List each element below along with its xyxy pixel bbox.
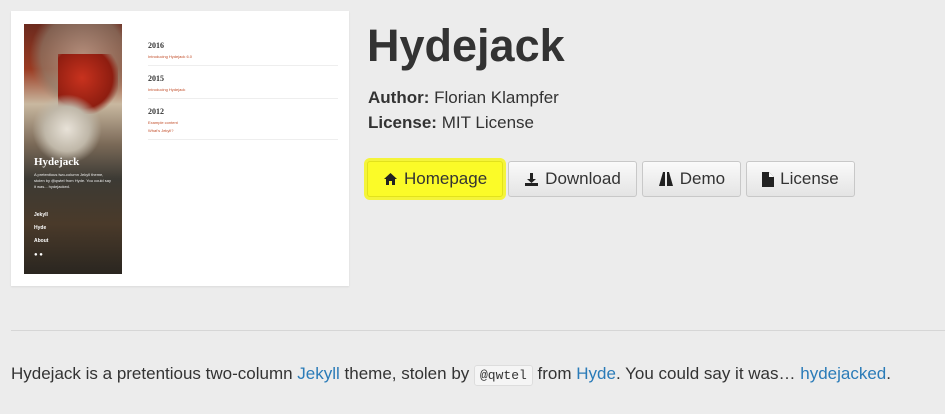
thumbnail-post-link: Introducing Hydejack — [148, 87, 186, 92]
thumbnail-year: 2016 — [148, 41, 164, 50]
theme-description: Hydejack is a pretentious two-column Jek… — [11, 364, 891, 386]
hydejacked-link[interactable]: hydejacked — [800, 364, 886, 383]
download-button[interactable]: Download — [508, 161, 637, 197]
author-name: Florian Klampfer — [434, 88, 559, 107]
home-icon — [384, 173, 397, 185]
action-buttons: Homepage Download Demo License — [367, 161, 855, 197]
author-line: Author: Florian Klampfer — [368, 88, 559, 108]
download-icon — [525, 172, 539, 186]
thumbnail-year: 2015 — [148, 74, 164, 83]
thumbnail-post-link: What's Jekyll? — [148, 128, 174, 133]
license-line: License: MIT License — [368, 113, 534, 133]
description-text: theme, stolen by — [339, 364, 474, 383]
description-text: . — [886, 364, 891, 383]
theme-title: Hydejack — [367, 20, 565, 71]
thumbnail-post-link: Example content — [148, 120, 178, 125]
license-label: License: — [368, 113, 437, 132]
thumbnail-post-link: Introducing Hydejack 6.0 — [148, 54, 193, 59]
hyde-link[interactable]: Hyde — [576, 364, 616, 383]
section-divider — [11, 330, 945, 331]
thumbnail-nav-item: Jekyll — [34, 212, 48, 218]
thumbnail-sidebar-title: Hydejack — [34, 156, 80, 168]
license-button-label: License — [780, 169, 839, 188]
file-icon — [762, 171, 775, 187]
description-text: from — [532, 364, 577, 383]
road-icon — [658, 172, 673, 186]
demo-button-label: Demo — [679, 169, 726, 188]
license-button[interactable]: License — [746, 161, 855, 197]
license-name: MIT License — [441, 113, 534, 132]
theme-screenshot: Hydejack A pretentious two-column Jekyll… — [11, 11, 349, 286]
description-text: Hydejack is a pretentious two-column — [11, 364, 298, 383]
homepage-button-label: Homepage — [404, 169, 488, 188]
thumbnail-sidebar: Hydejack A pretentious two-column Jekyll… — [24, 24, 122, 274]
download-button-label: Download — [545, 169, 621, 188]
thumbnail-archive: 2016 Introducing Hydejack 6.0 2015 Intro… — [148, 41, 338, 148]
jekyll-link[interactable]: Jekyll — [297, 364, 340, 383]
thumbnail-social-icons: ● ● — [34, 252, 43, 258]
demo-button[interactable]: Demo — [641, 161, 742, 197]
author-handle-code: @qwtel — [474, 365, 533, 386]
description-text: . You could say it was… — [615, 364, 801, 383]
thumbnail-year: 2012 — [148, 107, 164, 116]
author-label: Author: — [368, 88, 430, 107]
thumbnail-sidebar-description: A pretentious two-column Jekyll theme, s… — [34, 172, 111, 189]
homepage-button[interactable]: Homepage — [367, 161, 504, 197]
thumbnail-nav-item: Hyde — [34, 225, 47, 231]
thumbnail-nav-item: About — [34, 238, 49, 244]
